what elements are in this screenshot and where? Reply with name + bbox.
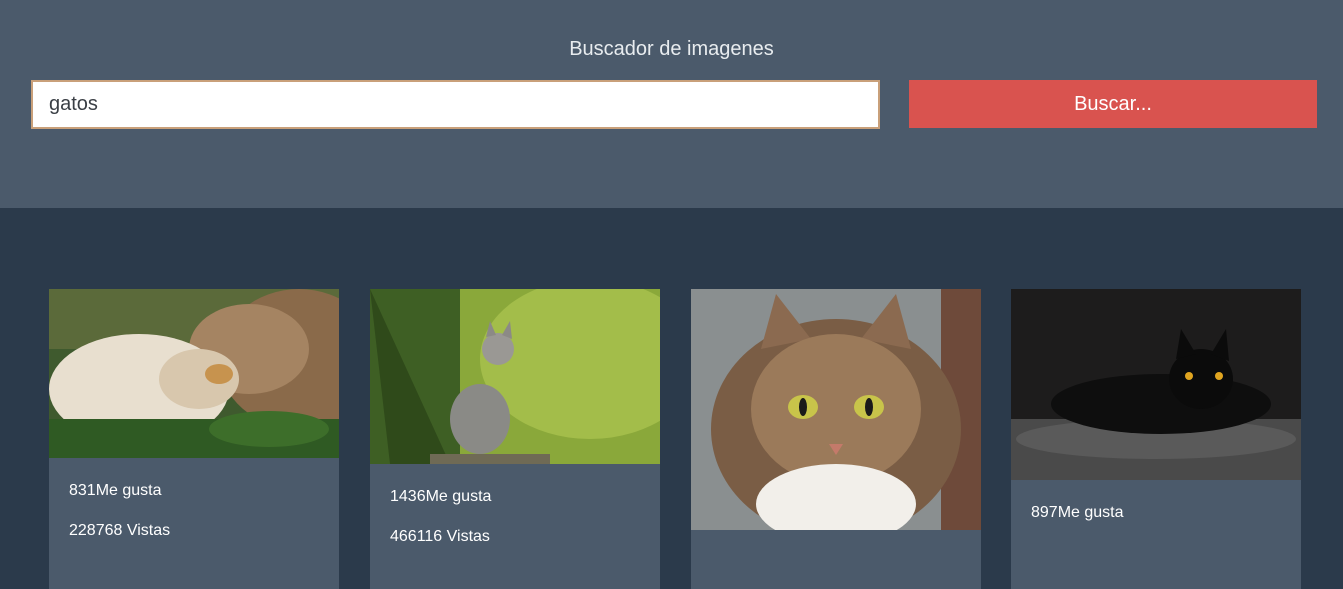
result-card[interactable]: 831Me gusta 228768 Vistas <box>49 289 339 589</box>
search-button[interactable]: Buscar... <box>909 80 1317 128</box>
result-card[interactable] <box>691 289 981 589</box>
result-card[interactable]: 897Me gusta <box>1011 289 1301 589</box>
search-header: Buscador de imagenes Buscar... <box>0 0 1343 208</box>
likes-count: 897Me gusta <box>1031 504 1124 521</box>
kitten-in-grass-photo[interactable] <box>370 289 660 464</box>
cat-and-dog-photo[interactable] <box>49 289 339 458</box>
tabby-cat-closeup-photo[interactable] <box>691 289 981 530</box>
search-input[interactable] <box>31 80 880 129</box>
likes-count: 1436Me gusta <box>390 488 492 505</box>
result-card[interactable]: 1436Me gusta 466116 Vistas <box>370 289 660 589</box>
page-title: Buscador de imagenes <box>569 38 774 60</box>
black-cat-photo[interactable] <box>1011 289 1301 480</box>
views-count: 466116 Vistas <box>390 528 490 545</box>
views-count: 228768 Vistas <box>69 522 171 539</box>
likes-count: 831Me gusta <box>69 482 162 499</box>
